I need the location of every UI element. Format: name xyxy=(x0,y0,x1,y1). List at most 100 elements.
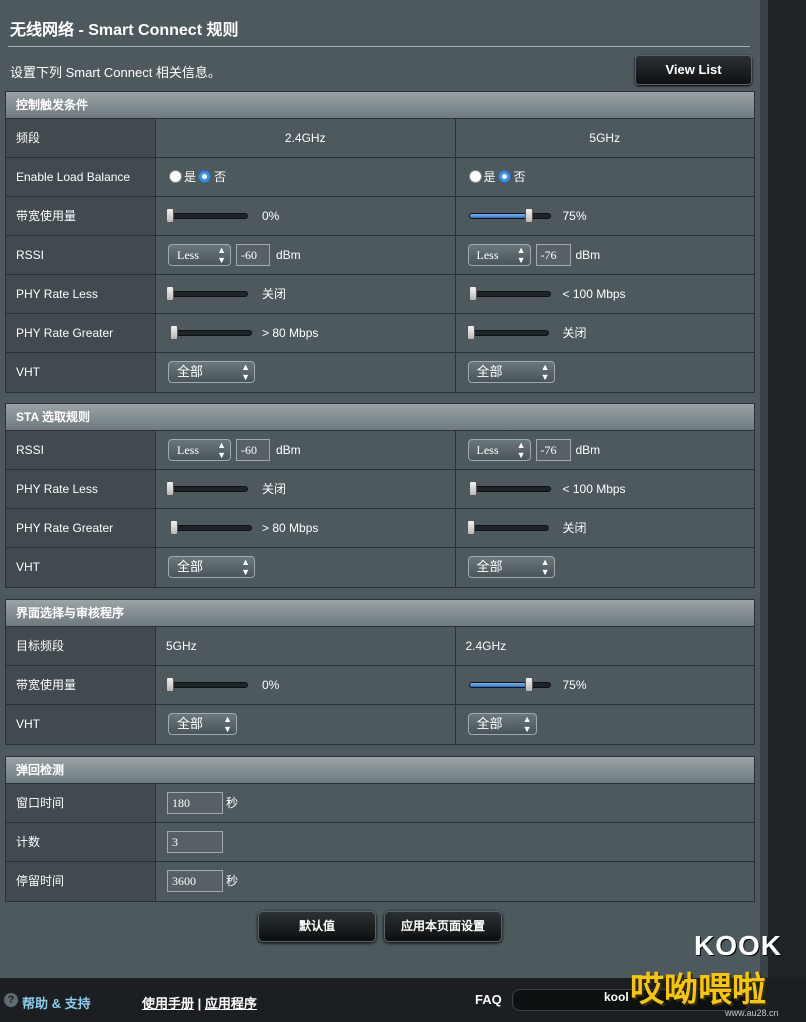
vht-row: VHT 全部 ▲ ▼ 全部 ▲ ▼ xyxy=(6,548,754,587)
apply-button[interactable]: 应用本页面设置 xyxy=(384,911,502,942)
help-support-link[interactable]: 帮助 & 支持 xyxy=(22,993,91,1012)
row-label: RSSI xyxy=(6,431,156,469)
vht-5-select[interactable]: 全部 ▲ ▼ xyxy=(467,361,555,383)
rssi-24-input[interactable]: -60 xyxy=(236,439,270,461)
slider-knob[interactable] xyxy=(524,208,533,223)
slider-knob[interactable] xyxy=(468,481,477,496)
seconds-unit: 秒 xyxy=(226,796,239,810)
phy-less-24-value: 关闭 xyxy=(262,482,287,496)
load-balance-row: Enable Load Balance 是 否 是 否 xyxy=(6,158,754,197)
bandwidth-5-value: 75% xyxy=(562,209,587,223)
band-24-header: 2.4GHz xyxy=(156,119,456,157)
phy-less-5-slider[interactable] xyxy=(468,486,551,492)
slider-knob[interactable] xyxy=(166,677,174,692)
link-separator: | xyxy=(197,996,202,1011)
radio-no[interactable] xyxy=(497,170,511,183)
vht-24: 全部 ▲ ▼ xyxy=(156,548,456,587)
help-icon: ? xyxy=(4,993,18,1007)
rssi-24-operator-select[interactable]: Less ▲ ▼ xyxy=(168,244,231,266)
row-label: RSSI xyxy=(6,236,156,274)
slider-knob[interactable] xyxy=(524,677,533,692)
phy-less-24-slider[interactable] xyxy=(166,486,248,492)
window-time-input[interactable]: 180 xyxy=(167,792,223,814)
phy-greater-5-slider[interactable] xyxy=(466,330,549,336)
phy-less-row: PHY Rate Less 关闭 < 100 Mbps xyxy=(6,275,754,314)
apps-link[interactable]: 应用程序 xyxy=(205,996,257,1011)
default-button[interactable]: 默认值 xyxy=(258,911,376,942)
dbm-unit: dBm xyxy=(276,248,301,262)
bandwidth-24-slider[interactable] xyxy=(166,213,248,219)
slider-knob[interactable] xyxy=(166,286,174,301)
phy-greater-row: PHY Rate Greater > 80 Mbps 关闭 xyxy=(6,509,754,548)
slider-knob[interactable] xyxy=(166,481,174,496)
window-time-cell: 180 秒 xyxy=(156,784,754,822)
bandwidth-24: 0% xyxy=(156,197,456,235)
phy-less-24-slider[interactable] xyxy=(166,291,248,297)
vht-row: VHT 全部 ▲ ▼ 全部 ▲ ▼ xyxy=(6,705,754,744)
phy-greater-5-value: 关闭 xyxy=(562,326,587,340)
count-input[interactable]: 3 xyxy=(167,831,223,853)
rssi-5: Less ▲ ▼ -76 dBm xyxy=(455,236,754,274)
phy-less-5-value: < 100 Mbps xyxy=(562,482,626,496)
radio-no[interactable] xyxy=(198,170,211,183)
phy-greater-24-slider[interactable] xyxy=(170,330,252,336)
title-divider xyxy=(8,46,750,47)
row-label: 目标频段 xyxy=(6,627,156,665)
rssi-row: RSSI Less ▲ ▼ -60 dBm Less ▲ ▼ -76 dBm xyxy=(6,236,754,275)
section-header: STA 选取规则 xyxy=(6,404,754,431)
slider-knob[interactable] xyxy=(466,325,475,340)
watermark-chinese: 哎呦喂啦 xyxy=(630,971,766,1009)
watermark-logo-text: KOOK xyxy=(694,930,782,961)
manual-link[interactable]: 使用手册 xyxy=(142,996,194,1011)
bandwidth-24-slider[interactable] xyxy=(166,682,248,688)
footer-links: 使用手册 | 应用程序 xyxy=(142,993,257,1012)
rssi-24-operator-select[interactable]: Less ▲ ▼ xyxy=(168,439,231,461)
rssi-5-operator-select[interactable]: Less ▲ ▼ xyxy=(467,439,531,461)
rssi-5-operator-select[interactable]: Less ▲ ▼ xyxy=(467,244,531,266)
radio-no-label: 否 xyxy=(513,170,526,184)
vht-24-select[interactable]: 全部 ▲ ▼ xyxy=(168,713,237,735)
rssi-5-input[interactable]: -76 xyxy=(535,244,571,266)
row-label: 窗口时间 xyxy=(6,784,156,822)
dwell-time-input[interactable]: 3600 xyxy=(167,870,223,892)
view-list-button[interactable]: View List xyxy=(635,55,752,85)
vht-5-select[interactable]: 全部 ▲ ▼ xyxy=(467,556,555,578)
phy-greater-24-slider[interactable] xyxy=(170,525,252,531)
radio-yes[interactable] xyxy=(468,170,482,183)
phy-greater-5-slider[interactable] xyxy=(466,525,549,531)
vht-24: 全部 ▲ ▼ xyxy=(156,353,456,392)
row-label: PHY Rate Greater xyxy=(6,314,156,352)
vht-5-select[interactable]: 全部 ▲ ▼ xyxy=(467,713,537,735)
vht-row: VHT 全部 ▲ ▼ 全部 ▲ ▼ xyxy=(6,353,754,392)
watermark-url: www.au28.cn xyxy=(725,1008,779,1018)
row-label: VHT xyxy=(6,548,156,587)
slider-knob[interactable] xyxy=(466,520,475,535)
slider-knob[interactable] xyxy=(170,325,178,340)
vht-5: 全部 ▲ ▼ xyxy=(455,548,754,587)
target-band-24: 5GHz xyxy=(156,627,456,665)
bandwidth-5-slider[interactable] xyxy=(468,213,551,219)
right-edge-dark xyxy=(768,0,806,1022)
section-header: 弹回检测 xyxy=(6,757,754,784)
phy-less-5-slider[interactable] xyxy=(468,291,551,297)
rssi-24-input[interactable]: -60 xyxy=(236,244,270,266)
load-balance-24: 是 否 xyxy=(156,158,456,196)
window-time-row: 窗口时间 180 秒 xyxy=(6,784,754,823)
phy-greater-24-value: > 80 Mbps xyxy=(262,521,319,535)
bandwidth-5-slider[interactable] xyxy=(468,682,551,688)
row-label: VHT xyxy=(6,353,156,392)
bandwidth-row: 带宽使用量 0% 75% xyxy=(6,197,754,236)
count-cell: 3 xyxy=(156,823,754,861)
phy-less-24: 关闭 xyxy=(156,275,456,313)
vht-24-select[interactable]: 全部 ▲ ▼ xyxy=(168,556,255,578)
slider-knob[interactable] xyxy=(166,208,174,223)
rssi-5-input[interactable]: -76 xyxy=(535,439,571,461)
vht-5: 全部 ▲ ▼ xyxy=(455,705,754,744)
vht-24-select[interactable]: 全部 ▲ ▼ xyxy=(168,361,255,383)
watermark-kool: kool xyxy=(604,990,629,1004)
slider-knob[interactable] xyxy=(170,520,178,535)
dwell-time-cell: 3600 秒 xyxy=(156,862,754,901)
slider-knob[interactable] xyxy=(468,286,477,301)
radio-yes[interactable] xyxy=(169,170,182,183)
row-label: PHY Rate Less xyxy=(6,275,156,313)
